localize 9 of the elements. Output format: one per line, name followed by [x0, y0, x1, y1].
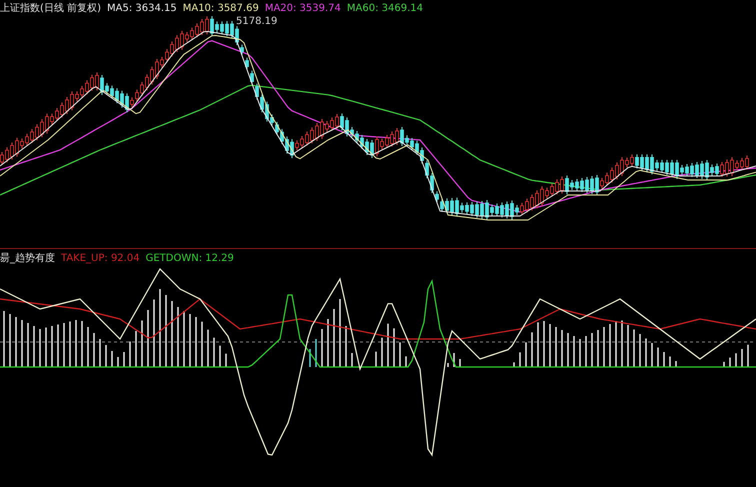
indicator-value: TAKE_UP: 92.04 [61, 252, 140, 264]
peak-price-label: 5178.19 [236, 16, 278, 27]
indicator-title: 昜_趋势有度 [0, 252, 55, 265]
moving-average-value: MA5: 3634.15 [106, 2, 177, 14]
moving-average-value: MA60: 3469.14 [346, 2, 423, 14]
indicator-value: GETDOWN: 12.29 [146, 252, 234, 264]
index-title: 上证指数(日线 前复权) [0, 2, 101, 15]
moving-average-value: MA10: 3587.69 [182, 2, 259, 14]
moving-average-value: MA20: 3539.74 [264, 2, 341, 14]
